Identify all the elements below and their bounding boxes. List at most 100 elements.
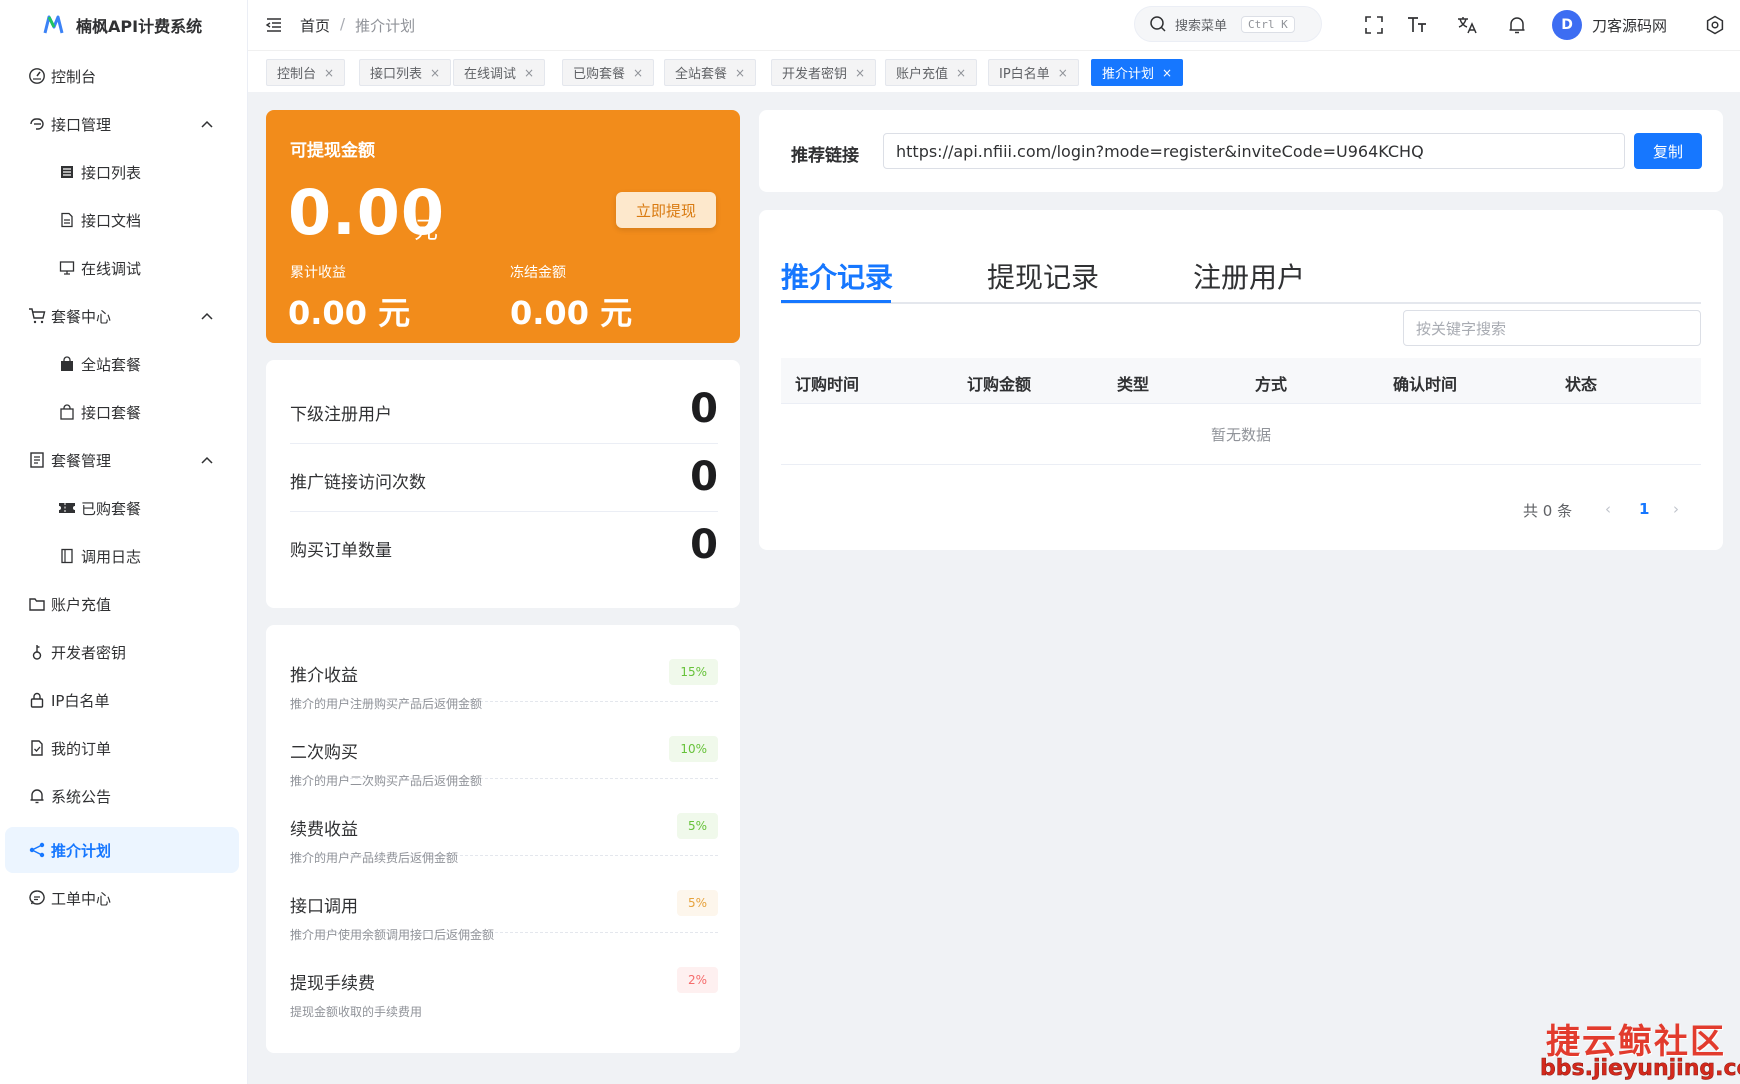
rate-title: 二次购买: [290, 743, 358, 763]
notification-bell-icon[interactable]: [1506, 14, 1528, 36]
sidebar-item-dashboard[interactable]: 控制台: [5, 53, 239, 99]
app-logo[interactable]: 楠枫API计费系统: [0, 0, 247, 50]
close-icon[interactable]: ×: [430, 66, 440, 80]
menu-fold-icon[interactable]: [264, 15, 284, 35]
sidebar-item-ip-whitelist[interactable]: IP白名单: [5, 677, 239, 723]
sidebar-item-developer-keys[interactable]: 开发者密钥: [5, 629, 239, 675]
commission-rates-card: 推介收益 推介的用户注册购买产品后返佣金额 15% 二次购买 推介的用户二次购买…: [266, 625, 740, 1053]
tab-developer-keys[interactable]: 开发者密钥 ×: [771, 59, 877, 86]
list-icon: [57, 162, 77, 182]
copy-button[interactable]: 复制: [1634, 133, 1702, 169]
stat-row: 下级注册用户 0: [290, 376, 718, 444]
monitor-icon: [57, 258, 77, 278]
column-header: 状态: [1565, 375, 1598, 394]
sidebar-item-ticket-center[interactable]: 工单中心: [5, 875, 239, 921]
sidebar-item-api-management[interactable]: 接口管理: [5, 101, 239, 147]
referral-link-field[interactable]: https://api.nfiii.com/login?mode=registe…: [883, 133, 1625, 169]
tab-purchased-packages[interactable]: 已购套餐 ×: [562, 59, 655, 86]
sidebar-item-purchased-packages[interactable]: 已购套餐: [5, 485, 239, 531]
sidebar-item-site-packages[interactable]: 全站套餐: [5, 341, 239, 387]
translate-icon[interactable]: [1456, 14, 1478, 36]
chevron-up-icon: [201, 120, 213, 128]
bell-icon: [27, 786, 47, 806]
withdrawable-label: 可提现金额: [290, 141, 375, 161]
pagination-prev-icon[interactable]: ‹: [1605, 500, 1611, 518]
sidebar-item-api-docs[interactable]: 接口文档: [5, 197, 239, 243]
sidebar-item-referral-plan[interactable]: 推介计划: [5, 827, 239, 873]
sidebar-item-my-orders[interactable]: 我的订单: [5, 725, 239, 771]
sidebar-item-label: 已购套餐: [81, 499, 142, 518]
tab-dashboard[interactable]: 控制台 ×: [266, 59, 346, 86]
tab-site-packages[interactable]: 全站套餐 ×: [664, 59, 757, 86]
cart-icon: [27, 306, 47, 326]
sidebar-item-label: 工单中心: [51, 889, 112, 908]
total-earnings-value: 0.00 元: [288, 294, 411, 332]
pagination-page[interactable]: 1: [1639, 500, 1649, 518]
chevron-up-icon: [201, 456, 213, 464]
tab-registered-users[interactable]: 注册用户: [1193, 256, 1305, 296]
tab-api-list[interactable]: 接口列表 ×: [359, 59, 452, 86]
rate-title: 推介收益: [290, 666, 358, 686]
breadcrumb-current: 推介计划: [355, 17, 416, 35]
referral-link-card: 推荐链接 https://api.nfiii.com/login?mode=re…: [759, 110, 1723, 192]
api-icon: [27, 114, 47, 134]
watermark: 捷云鲸社区 bbs.jieyunjing.com: [1540, 1010, 1740, 1082]
log-icon: [57, 546, 77, 566]
referral-link-label: 推荐链接: [791, 146, 859, 166]
close-icon[interactable]: ×: [1058, 66, 1068, 80]
sidebar-item-api-list[interactable]: 接口列表: [5, 149, 239, 195]
close-icon[interactable]: ×: [324, 66, 334, 80]
fullscreen-icon[interactable]: [1363, 14, 1385, 36]
rate-row: 续费收益 推介的用户产品续费后返佣金额 5%: [290, 779, 718, 865]
sidebar-item-label: 全站套餐: [81, 355, 142, 374]
total-earnings-label: 累计收益: [290, 265, 346, 281]
sidebar-item-label: 套餐管理: [51, 451, 112, 470]
close-icon[interactable]: ×: [1162, 66, 1172, 80]
sidebar: 楠枫API计费系统 控制台 接口管理 接口列表 接口文档 在线调试 套餐中心 全…: [0, 0, 248, 1084]
tab-referral-records[interactable]: 推介记录: [781, 256, 893, 296]
sidebar-item-package-management[interactable]: 套餐管理: [5, 437, 239, 483]
username[interactable]: 刀客源码网: [1592, 15, 1667, 36]
tab-ip-whitelist[interactable]: IP白名单 ×: [988, 59, 1079, 86]
app-title: 楠枫API计费系统: [76, 17, 203, 36]
close-icon[interactable]: ×: [524, 66, 534, 80]
tab-label: 接口列表: [370, 67, 423, 82]
tab-online-debug[interactable]: 在线调试 ×: [453, 59, 546, 86]
sidebar-item-package-center[interactable]: 套餐中心: [5, 293, 239, 339]
stat-value: 0: [690, 386, 718, 432]
withdraw-button[interactable]: 立即提现: [616, 192, 716, 228]
tab-label: 在线调试: [464, 67, 517, 82]
menu-search[interactable]: 搜索菜单 Ctrl K: [1134, 6, 1322, 42]
close-icon[interactable]: ×: [735, 66, 745, 80]
rate-title: 接口调用: [290, 897, 358, 917]
avatar[interactable]: D: [1552, 10, 1582, 40]
stat-label: 下级注册用户: [290, 405, 392, 425]
chevron-up-icon: [201, 312, 213, 320]
referral-stats-card: 下级注册用户 0 推广链接访问次数 0 购买订单数量 0: [266, 360, 740, 608]
tab-label: 控制台: [277, 67, 317, 82]
sidebar-item-account-recharge[interactable]: 账户充值: [5, 581, 239, 627]
keyword-search-input[interactable]: 按关键字搜索: [1403, 310, 1701, 346]
tab-referral-plan[interactable]: 推介计划 ×: [1091, 59, 1184, 86]
sidebar-item-announcements[interactable]: 系统公告: [5, 773, 239, 819]
breadcrumb-home[interactable]: 首页: [300, 15, 330, 36]
rate-badge: 15%: [669, 659, 718, 685]
settings-icon[interactable]: [1704, 14, 1726, 36]
stat-row: 购买订单数量 0: [290, 512, 718, 580]
tab-account-recharge[interactable]: 账户充值 ×: [885, 59, 978, 86]
breadcrumb: 首页 / 推介计划: [300, 15, 415, 36]
sidebar-item-label: 系统公告: [51, 787, 112, 806]
sidebar-item-label: 账户充值: [51, 595, 112, 614]
pagination-next-icon[interactable]: ›: [1673, 500, 1679, 518]
tab-withdrawal-records[interactable]: 提现记录: [987, 256, 1099, 296]
font-size-icon[interactable]: [1406, 14, 1428, 36]
close-icon[interactable]: ×: [956, 66, 966, 80]
top-header: 首页 / 推介计划 搜索菜单 Ctrl K D 刀客源码网: [248, 0, 1740, 50]
sidebar-item-label: 接口列表: [81, 163, 142, 182]
sidebar-item-call-logs[interactable]: 调用日志: [5, 533, 239, 579]
close-icon[interactable]: ×: [633, 66, 643, 80]
sidebar-item-api-packages[interactable]: 接口套餐: [5, 389, 239, 435]
sidebar-item-online-debug[interactable]: 在线调试: [5, 245, 239, 291]
bag-filled-icon: [57, 354, 77, 374]
close-icon[interactable]: ×: [855, 66, 865, 80]
